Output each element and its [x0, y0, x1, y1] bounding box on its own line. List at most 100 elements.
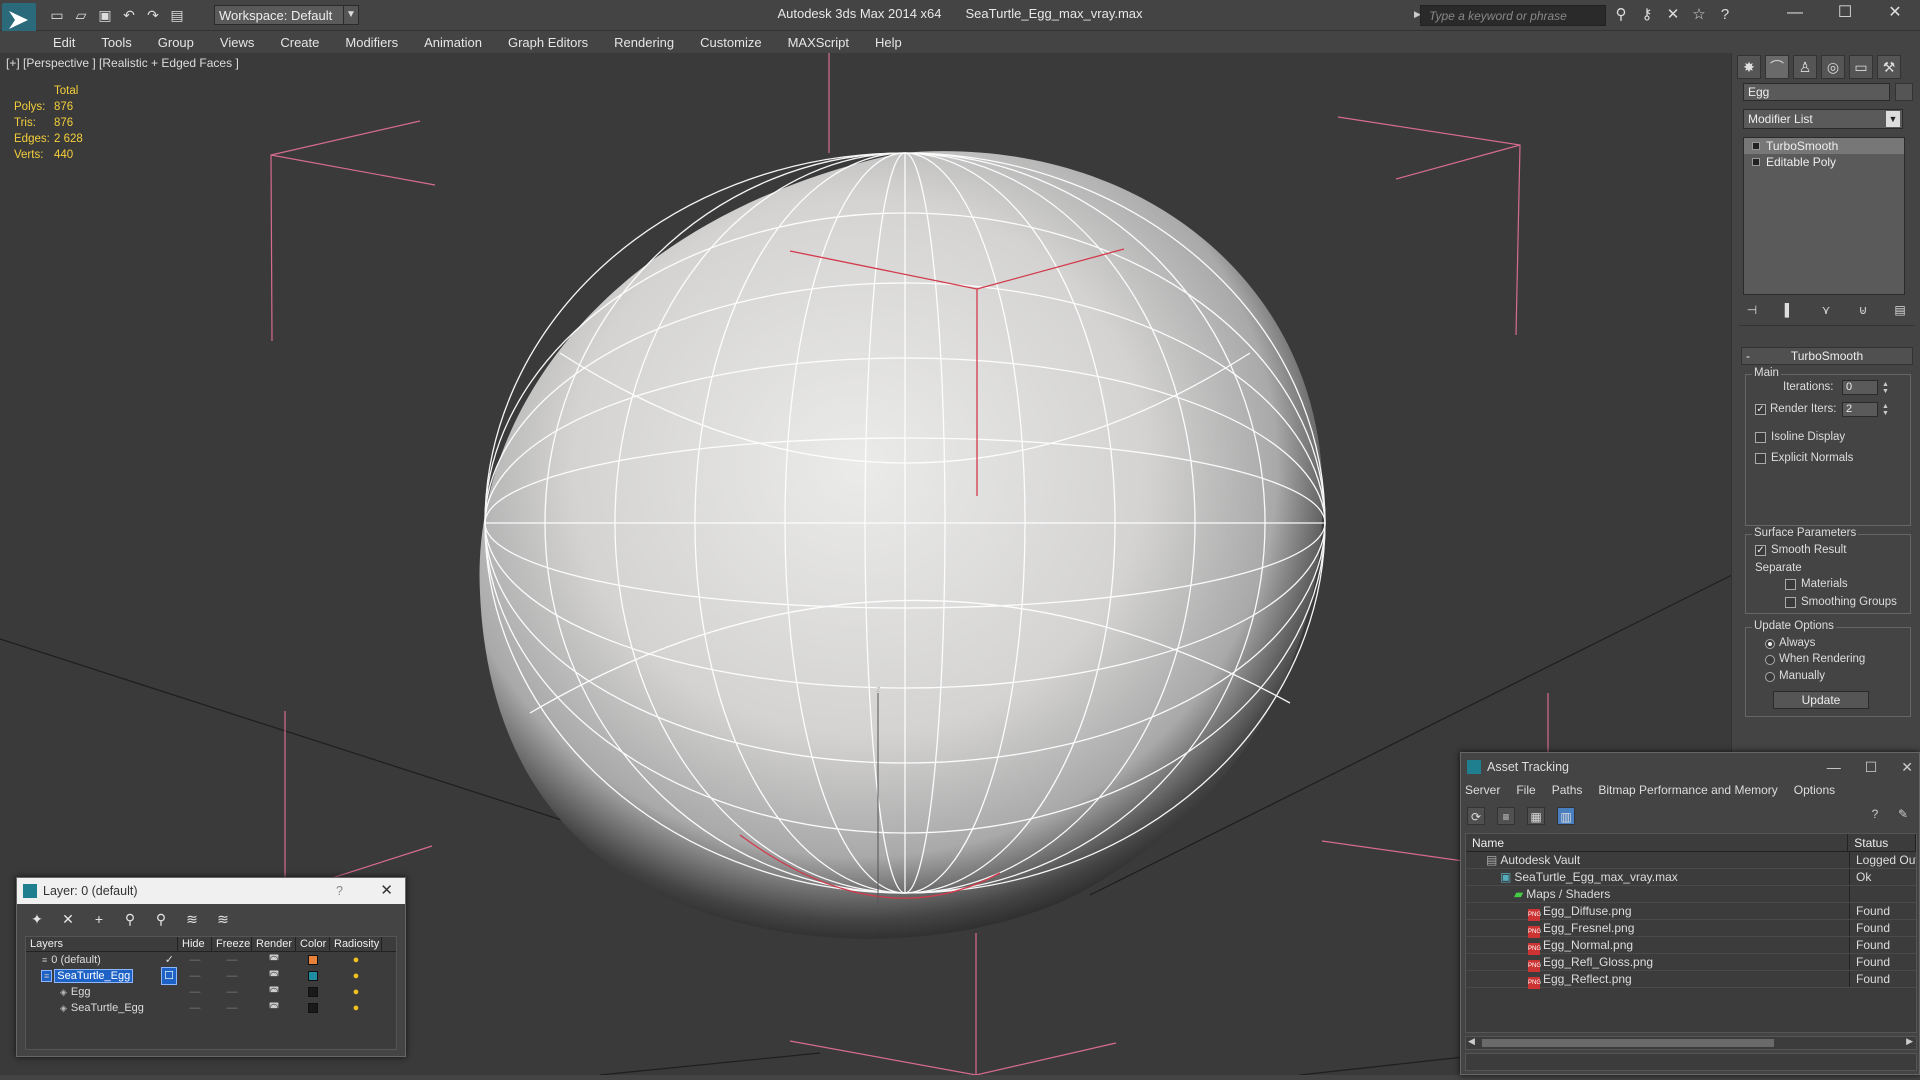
help-icon[interactable]: ?: [336, 878, 343, 904]
radiosity-icon[interactable]: ●: [330, 952, 382, 968]
configure-sets-icon[interactable]: ▤: [1891, 301, 1909, 319]
spinner-arrows-icon[interactable]: ▲ ▼: [1881, 381, 1890, 396]
menu-item-maxscript[interactable]: MAXScript: [788, 35, 849, 50]
layer-row[interactable]: ◈ SeaTurtle_Egg — — ◚ ●: [26, 1000, 396, 1016]
update-button[interactable]: Update: [1773, 691, 1869, 709]
hide-toggle-icon[interactable]: —: [178, 968, 212, 984]
hide-all-layers-icon[interactable]: ≋: [182, 910, 202, 928]
menu-item-animation[interactable]: Animation: [424, 35, 482, 50]
add-to-layer-icon[interactable]: +: [89, 910, 109, 928]
menu-item-customize[interactable]: Customize: [700, 35, 761, 50]
menu-item-modifiers[interactable]: Modifiers: [345, 35, 398, 50]
hide-toggle-icon[interactable]: —: [178, 952, 212, 968]
search-input[interactable]: Type a keyword or phrase: [1420, 5, 1606, 26]
lightbulb-icon[interactable]: [1752, 142, 1760, 150]
asset-row[interactable]: ▣ SeaTurtle_Egg_max_vray.max Ok: [1466, 869, 1916, 886]
modifier-stack-item[interactable]: Editable Poly: [1744, 154, 1904, 170]
iterations-spinner[interactable]: 0: [1842, 380, 1878, 395]
menu-item-create[interactable]: Create: [280, 35, 319, 50]
minimize-icon[interactable]: —: [1770, 0, 1820, 26]
layer-row[interactable]: ≡ 0 (default) ✓ — — ◚ ●: [26, 952, 396, 968]
always-radio[interactable]: [1765, 639, 1775, 649]
help-icon[interactable]: ?: [1867, 807, 1883, 823]
make-unique-icon[interactable]: ⋎: [1817, 301, 1835, 319]
egg-mesh[interactable]: [479, 151, 1326, 939]
tools-icon[interactable]: ✕: [1664, 6, 1682, 24]
column-header-radiosity[interactable]: Radiosity: [330, 937, 382, 951]
set-current-box-icon[interactable]: ☐: [161, 967, 177, 985]
modifier-list-dropdown[interactable]: Modifier List ▼: [1743, 109, 1903, 129]
pin-stack-icon[interactable]: ⊣: [1743, 301, 1761, 319]
close-icon[interactable]: ✕: [1901, 753, 1913, 781]
column-header-color[interactable]: Color: [296, 937, 330, 951]
layer-color-swatch[interactable]: [308, 971, 318, 981]
column-header-render[interactable]: Render: [252, 937, 296, 951]
key-icon[interactable]: ⚷: [1638, 6, 1656, 24]
isoline-display-checkbox[interactable]: [1755, 432, 1766, 443]
menu-item-graph-editors[interactable]: Graph Editors: [508, 35, 588, 50]
asset-menu-bitmap-performance-and-memory[interactable]: Bitmap Performance and Memory: [1598, 783, 1777, 797]
close-icon[interactable]: ✕: [1870, 0, 1920, 26]
utilities-tab-icon[interactable]: ⚒: [1877, 55, 1901, 79]
when-rendering-radio[interactable]: [1765, 655, 1775, 665]
close-icon[interactable]: ✕: [380, 878, 393, 904]
delete-layer-icon[interactable]: ✕: [58, 910, 78, 928]
layer-row[interactable]: ≡ SeaTurtle_Egg ☐ — — ◚ ●: [26, 967, 396, 985]
radiosity-icon[interactable]: ●: [330, 968, 382, 984]
select-objects-icon[interactable]: ⚲: [120, 910, 140, 928]
render-teapot-icon[interactable]: ◚: [252, 968, 296, 984]
layer-color-swatch[interactable]: [308, 987, 318, 997]
smooth-result-checkbox[interactable]: ✓: [1755, 545, 1766, 556]
scroll-left-icon[interactable]: ◀: [1468, 1036, 1475, 1047]
hide-toggle-icon[interactable]: —: [178, 1000, 212, 1016]
list-view-icon[interactable]: ≡: [1497, 807, 1515, 825]
asset-row[interactable]: PNG Egg_Normal.png Found: [1466, 937, 1916, 955]
render-iters-checkbox[interactable]: ✓: [1755, 404, 1766, 415]
create-layer-icon[interactable]: ✦: [27, 910, 47, 928]
asset-column-name[interactable]: Name: [1466, 834, 1849, 851]
scroll-right-icon[interactable]: ▶: [1906, 1036, 1913, 1047]
freeze-toggle-icon[interactable]: —: [212, 1000, 252, 1016]
maximize-icon[interactable]: ☐: [1865, 753, 1878, 781]
asset-column-status[interactable]: Status: [1848, 834, 1916, 851]
object-color-swatch[interactable]: [1895, 83, 1913, 101]
modifier-stack-item[interactable]: TurboSmooth: [1744, 138, 1904, 154]
column-header-freeze[interactable]: Freeze: [212, 937, 252, 951]
render-iters-spinner[interactable]: 2: [1842, 402, 1878, 417]
layer-dialog-titlebar[interactable]: Layer: 0 (default) ? ✕: [17, 878, 405, 904]
menu-item-tools[interactable]: Tools: [101, 35, 131, 50]
freeze-all-layers-icon[interactable]: ≋: [213, 910, 233, 928]
layer-row[interactable]: ◈ Egg — — ◚ ●: [26, 984, 396, 1000]
help-icon[interactable]: ?: [1716, 6, 1734, 24]
smoothing-groups-checkbox[interactable]: [1785, 597, 1796, 608]
object-name-field[interactable]: Egg: [1743, 83, 1890, 101]
refresh-icon[interactable]: ⟳: [1467, 807, 1485, 825]
asset-row[interactable]: PNG Egg_Diffuse.png Found: [1466, 903, 1916, 921]
render-teapot-icon[interactable]: ◚: [252, 984, 296, 1000]
asset-menu-file[interactable]: File: [1516, 783, 1535, 797]
asset-table-hscrollbar[interactable]: ◀ ▶: [1465, 1036, 1917, 1050]
column-header-layers[interactable]: Layers: [26, 937, 178, 951]
freeze-toggle-icon[interactable]: —: [212, 968, 252, 984]
asset-tracking-titlebar[interactable]: Asset Tracking — ☐ ✕: [1461, 753, 1919, 781]
radiosity-icon[interactable]: ●: [330, 984, 382, 1000]
freeze-toggle-icon[interactable]: —: [212, 984, 252, 1000]
highlight-icon[interactable]: ✎: [1895, 807, 1911, 823]
explicit-normals-checkbox[interactable]: [1755, 453, 1766, 464]
viewport-label[interactable]: [+] [Perspective ] [Realistic + Edged Fa…: [6, 56, 239, 70]
render-teapot-icon[interactable]: ◚: [252, 952, 296, 968]
scrollbar-thumb[interactable]: [1482, 1039, 1774, 1047]
menu-item-rendering[interactable]: Rendering: [614, 35, 674, 50]
manually-radio[interactable]: [1765, 672, 1775, 682]
menu-item-edit[interactable]: Edit: [53, 35, 75, 50]
asset-menu-options[interactable]: Options: [1794, 783, 1835, 797]
asset-row[interactable]: PNG Egg_Refl_Gloss.png Found: [1466, 954, 1916, 972]
menu-item-views[interactable]: Views: [220, 35, 254, 50]
menu-item-help[interactable]: Help: [875, 35, 902, 50]
render-teapot-icon[interactable]: ◚: [252, 1000, 296, 1016]
menu-item-group[interactable]: Group: [158, 35, 194, 50]
remove-modifier-icon[interactable]: ⊍: [1854, 301, 1872, 319]
hierarchy-tab-icon[interactable]: ♙: [1793, 55, 1817, 79]
display-tab-icon[interactable]: ▭: [1849, 55, 1873, 79]
spinner-arrows-icon[interactable]: ▲ ▼: [1881, 403, 1890, 418]
